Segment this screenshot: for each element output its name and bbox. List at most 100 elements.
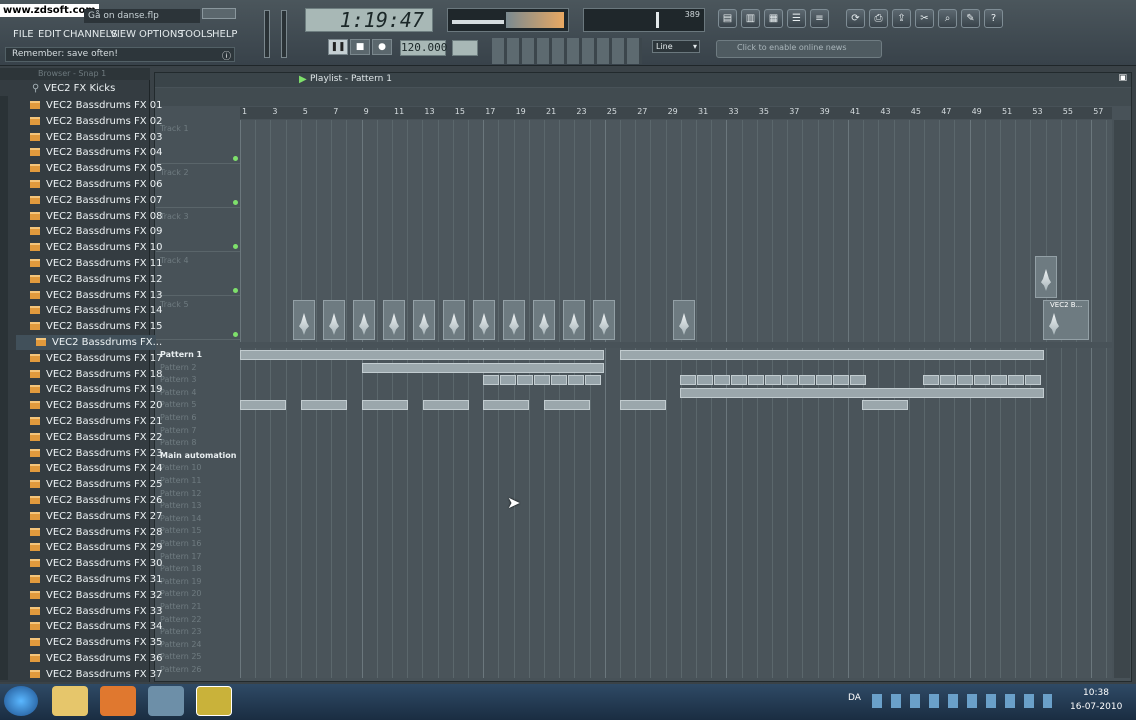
fl-studio-icon[interactable] [196, 686, 232, 716]
pattern-row-label[interactable]: Pattern 21 [156, 601, 240, 613]
pattern-block[interactable] [765, 375, 781, 386]
pattern-block[interactable] [850, 375, 866, 386]
browser-item-23[interactable]: VEC2 Bassdrums FX 23 [10, 446, 163, 461]
language-indicator[interactable]: DA [848, 693, 861, 703]
pattern-row-label[interactable]: Pattern 4 [156, 387, 240, 399]
pattern-block[interactable] [923, 375, 939, 386]
stop-button[interactable]: ■ [350, 39, 370, 55]
pattern-block[interactable] [731, 375, 747, 386]
network-app-icon[interactable] [148, 686, 184, 716]
search-icon[interactable]: ⌕ [938, 9, 957, 28]
pattern-block[interactable] [551, 375, 567, 386]
menu-help[interactable]: HELP [212, 27, 237, 42]
pattern-row-label[interactable]: Pattern 12 [156, 488, 240, 500]
step-sequencer-icon[interactable]: ▥ [741, 9, 760, 28]
pattern-block[interactable] [483, 400, 529, 411]
audio-clip[interactable] [563, 300, 585, 340]
browser-item-16[interactable]: VEC2 Bassdrums FX... [16, 335, 162, 350]
pattern-block[interactable] [517, 375, 533, 386]
browser-item-3[interactable]: VEC2 Bassdrums FX 03 [10, 130, 163, 145]
cut-icon[interactable]: ✂ [915, 9, 934, 28]
audio-clip[interactable] [323, 300, 345, 340]
browser-item-1[interactable]: VEC2 Bassdrums FX 01 [10, 98, 163, 113]
audio-clip[interactable] [593, 300, 615, 340]
audio-clip[interactable] [673, 300, 695, 340]
browser-item-11[interactable]: VEC2 Bassdrums FX 11 [10, 256, 163, 271]
playlist-scrollbar[interactable] [1114, 120, 1130, 678]
help-icon[interactable]: ? [984, 9, 1003, 28]
recording-icon[interactable]: ⟳ [846, 9, 865, 28]
pattern-block[interactable] [748, 375, 764, 386]
audio-clip[interactable] [443, 300, 465, 340]
mixer-icon[interactable]: ≡ [810, 9, 829, 28]
browser-item-30[interactable]: VEC2 Bassdrums FX 30 [10, 556, 163, 571]
browser-item-2[interactable]: VEC2 Bassdrums FX 02 [10, 114, 163, 129]
browser-item-34[interactable]: VEC2 Bassdrums FX 34 [10, 619, 163, 634]
browser-item-36[interactable]: VEC2 Bassdrums FX 36 [10, 651, 163, 666]
time-display[interactable]: 1:19:47 [305, 8, 433, 32]
playlist-toolbar[interactable] [155, 88, 1131, 106]
pattern-block[interactable] [362, 362, 604, 373]
pattern-row-label[interactable]: Pattern 23 [156, 626, 240, 638]
pattern-row-label[interactable]: Pattern 8 [156, 437, 240, 449]
pattern-block[interactable] [782, 375, 798, 386]
browser-item-19[interactable]: VEC2 Bassdrums FX 19 [10, 382, 163, 397]
pattern-row-label[interactable]: Pattern 3 [156, 374, 240, 386]
pattern-row-label[interactable]: Pattern 5 [156, 399, 240, 411]
pattern-block[interactable] [714, 375, 730, 386]
pattern-row-label[interactable]: Pattern 7 [156, 425, 240, 437]
audio-clip[interactable] [1035, 256, 1057, 298]
pattern-row-label[interactable]: Pattern 26 [156, 664, 240, 676]
browser-item-18[interactable]: VEC2 Bassdrums FX 18 [10, 367, 163, 382]
audio-clip[interactable] [503, 300, 525, 340]
browser-item-5[interactable]: VEC2 Bassdrums FX 05 [10, 161, 163, 176]
media-player-icon[interactable] [100, 686, 136, 716]
browser-item-4[interactable]: VEC2 Bassdrums FX 04 [10, 145, 163, 160]
audio-clip-named[interactable]: VEC2 B... [1043, 300, 1089, 340]
pattern-block[interactable] [1008, 375, 1024, 386]
pattern-area[interactable] [240, 348, 1112, 678]
pattern-block[interactable] [301, 400, 347, 411]
browser-item-22[interactable]: VEC2 Bassdrums FX 22 [10, 430, 163, 445]
pattern-block[interactable] [568, 375, 584, 386]
browser-icon[interactable]: ☰ [787, 9, 806, 28]
tempo-display[interactable]: 120.000 [400, 40, 447, 56]
browser-item-9[interactable]: VEC2 Bassdrums FX 09 [10, 224, 163, 239]
audio-clip[interactable] [473, 300, 495, 340]
window-close-icon[interactable]: ▣ [1118, 73, 1127, 83]
pattern-row-label[interactable]: Pattern 11 [156, 475, 240, 487]
pattern-block[interactable] [697, 375, 713, 386]
pattern-row-label[interactable]: Pattern 14 [156, 513, 240, 525]
playlist-window-icon[interactable]: ▤ [718, 9, 737, 28]
pattern-block[interactable] [544, 400, 590, 411]
audio-clip[interactable] [413, 300, 435, 340]
explorer-icon[interactable] [52, 686, 88, 716]
browser-item-21[interactable]: VEC2 Bassdrums FX 21 [10, 414, 163, 429]
browser-folder[interactable]: ⚲ VEC2 FX Kicks [10, 82, 150, 96]
browser-item-17[interactable]: VEC2 Bassdrums FX 17 [10, 351, 163, 366]
pattern-block[interactable] [680, 375, 696, 386]
audio-clip[interactable] [353, 300, 375, 340]
browser-item-28[interactable]: VEC2 Bassdrums FX 28 [10, 525, 163, 540]
pattern-row-label[interactable]: Pattern 13 [156, 500, 240, 512]
pattern-row-label[interactable]: Pattern 16 [156, 538, 240, 550]
pattern-block[interactable] [680, 387, 1044, 398]
pattern-block[interactable] [833, 375, 849, 386]
pattern-block[interactable] [991, 375, 1007, 386]
clock-time[interactable]: 10:38 [1083, 688, 1109, 698]
pause-button[interactable]: ❚❚ [328, 39, 348, 55]
browser-item-10[interactable]: VEC2 Bassdrums FX 10 [10, 240, 163, 255]
pattern-selector[interactable] [452, 40, 478, 56]
audio-clip[interactable] [293, 300, 315, 340]
tray-icons[interactable] [872, 694, 1052, 708]
browser-item-37[interactable]: VEC2 Bassdrums FX 37 [10, 667, 163, 682]
master-volume-slider[interactable] [264, 10, 270, 58]
browser-item-32[interactable]: VEC2 Bassdrums FX 32 [10, 588, 163, 603]
pattern-block[interactable] [483, 375, 499, 386]
pattern-block[interactable] [816, 375, 832, 386]
pattern-block[interactable] [620, 400, 666, 411]
tool-buttons-grid[interactable] [492, 38, 642, 64]
master-pitch-slider[interactable] [281, 10, 287, 58]
menu-view[interactable]: VIEW [110, 27, 136, 42]
pattern-row-label[interactable]: Pattern 20 [156, 588, 240, 600]
